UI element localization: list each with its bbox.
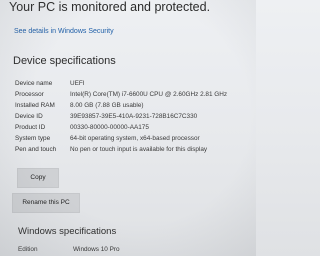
spec-value: 64-bit operating system, x64-based proce… [70, 135, 200, 142]
copy-button[interactable]: Copy [17, 168, 59, 188]
device-specifications-heading: Device specifications [13, 55, 116, 67]
rename-pc-button[interactable]: Rename this PC [12, 193, 80, 213]
spec-key: Edition [18, 246, 38, 253]
protection-status-banner: Your PC is monitored and protected. [9, 0, 211, 14]
spec-value: 00330-80000-00000-AA175 [70, 124, 149, 131]
spec-row-processor: Processor Intel(R) Core(TM) i7-6600U CPU… [15, 89, 251, 100]
spec-row-device-id: Device ID 39E93857-39E5-410A-9231-728B16… [15, 111, 251, 122]
spec-key: Pen and touch [15, 146, 57, 153]
spec-key: System type [15, 135, 51, 142]
spec-key: Installed RAM [15, 102, 55, 109]
spec-row-product-id: Product ID 00330-80000-00000-AA175 [15, 122, 251, 133]
spec-row-device-name: Device name UEFI [15, 78, 251, 89]
spec-row-installed-ram: Installed RAM 8.00 GB (7.88 GB usable) [15, 100, 251, 111]
windows-specifications-heading: Windows specifications [18, 226, 117, 237]
spec-key: Product ID [15, 124, 46, 131]
spec-row-edition: Edition Windows 10 Pro [18, 246, 120, 253]
spec-value: Intel(R) Core(TM) i7-6600U CPU @ 2.60GHz… [70, 91, 228, 98]
spec-value: Windows 10 Pro [73, 246, 120, 253]
spec-row-system-type: System type 64-bit operating system, x64… [15, 133, 251, 144]
spec-key: Device ID [15, 113, 43, 120]
windows-security-link[interactable]: See details in Windows Security [14, 28, 114, 35]
spec-value: 39E93857-39E5-410A-9231-728B16C7C330 [70, 113, 198, 120]
spec-key: Device name [15, 80, 53, 87]
spec-row-pen-and-touch: Pen and touch No pen or touch input is a… [15, 144, 251, 155]
spec-value: No pen or touch input is available for t… [70, 146, 208, 153]
spec-key: Processor [15, 91, 44, 98]
spec-value: UEFI [70, 80, 85, 87]
device-specifications-list: Device name UEFI Processor Intel(R) Core… [15, 78, 251, 155]
spec-value: 8.00 GB (7.88 GB usable) [70, 102, 144, 109]
